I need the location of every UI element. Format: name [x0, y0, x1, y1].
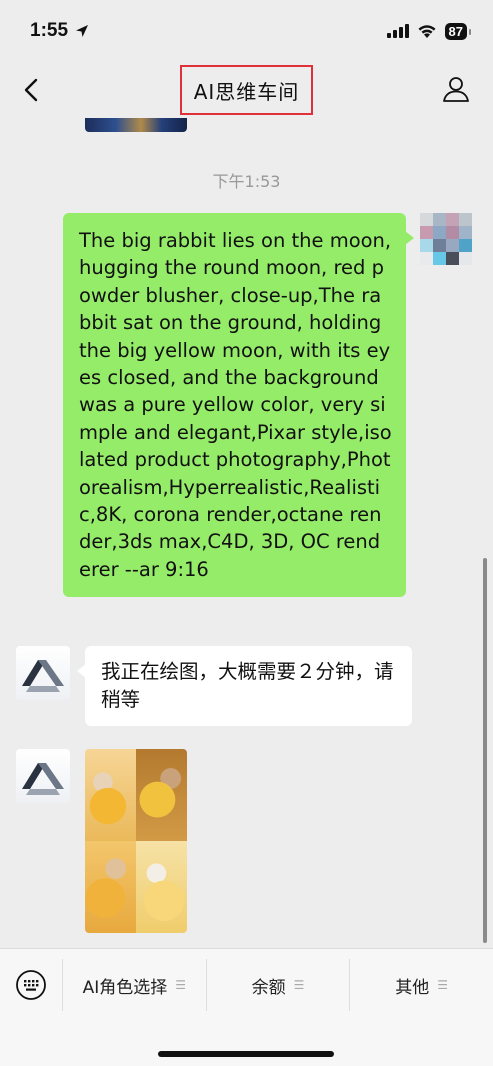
status-icons: 87: [386, 22, 472, 40]
rabbit-image-tile: [85, 749, 136, 841]
cellular-signal-icon: [386, 24, 409, 38]
message-timestamp: 下午1:53: [212, 172, 281, 191]
user-message-bubble[interactable]: The big rabbit lies on the moon, hugging…: [63, 213, 414, 598]
location-arrow-icon: [76, 25, 89, 37]
menu-item-other[interactable]: 其他 ☰: [349, 959, 493, 1011]
wifi-icon: [418, 24, 436, 38]
menu-item-label: 余额: [251, 977, 286, 998]
bottom-menu: AI角色选择 ☰ 余额 ☰ 其他 ☰: [0, 948, 493, 1066]
previous-image-message[interactable]: [85, 118, 187, 132]
status-time: 1:55: [30, 20, 90, 42]
nav-bar: AI思维车间: [0, 62, 493, 118]
menu-lines-icon: ☰: [293, 978, 305, 992]
menu-item-balance[interactable]: 余额 ☰: [205, 959, 350, 1011]
battery-level: 87: [444, 22, 472, 40]
chat-area[interactable]: 下午1:53 The big rabbit lies on the moon, …: [0, 118, 493, 948]
chat-title: AI思维车间: [179, 65, 314, 115]
bot-logo-icon: [22, 763, 64, 795]
status-bar: 1:55 87: [0, 0, 493, 62]
bot-logo-icon: [22, 660, 64, 692]
keyboard-toggle-button[interactable]: [0, 969, 62, 1001]
rabbit-image-tile: [136, 841, 187, 933]
generated-image-message[interactable]: [85, 749, 187, 933]
rabbit-image-tile: [136, 749, 187, 841]
clock-text: 1:55: [30, 20, 69, 41]
back-chevron-icon[interactable]: [18, 76, 46, 104]
bot-message-text: 我正在绘图，大概需要２分钟，请稍等: [101, 660, 394, 711]
keyboard-icon: [16, 970, 46, 1000]
rabbit-image-tile: [85, 841, 136, 933]
bot-avatar[interactable]: [16, 749, 70, 803]
chat-title-text: AI思维车间: [193, 79, 300, 104]
menu-item-ai-role[interactable]: AI角色选择 ☰: [62, 959, 206, 1011]
menu-item-label: 其他: [395, 977, 430, 998]
user-message-text: The big rabbit lies on the moon, hugging…: [79, 229, 392, 581]
user-avatar[interactable]: [420, 213, 472, 265]
menu-lines-icon: ☰: [175, 978, 187, 992]
menu-item-label: AI角色选择: [82, 977, 168, 998]
menu-lines-icon: ☰: [437, 978, 449, 992]
home-indicator[interactable]: [158, 1051, 334, 1057]
bot-avatar[interactable]: [16, 646, 70, 700]
menu-row: AI角色选择 ☰ 余额 ☰ 其他 ☰: [0, 959, 493, 1011]
user-profile-icon[interactable]: [441, 74, 471, 104]
bot-message-bubble[interactable]: 我正在绘图，大概需要２分钟，请稍等: [77, 646, 412, 726]
chat-scrollbar[interactable]: [483, 558, 487, 943]
